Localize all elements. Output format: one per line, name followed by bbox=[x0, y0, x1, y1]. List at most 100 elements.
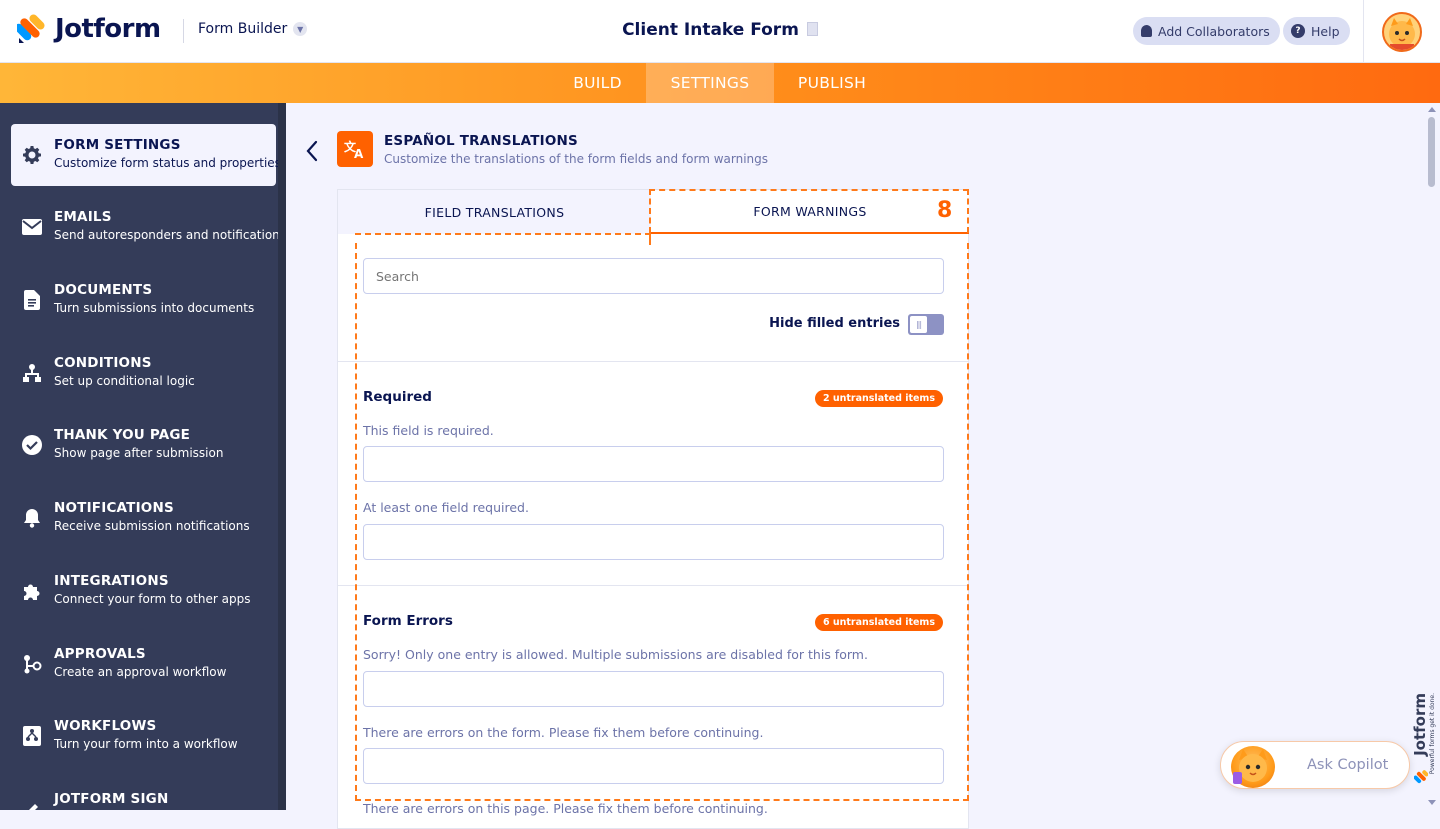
form-title[interactable]: Client Intake Form bbox=[622, 20, 799, 40]
gear-icon bbox=[21, 144, 43, 166]
section-title-form-errors: Form Errors bbox=[363, 613, 453, 629]
header-divider bbox=[183, 19, 184, 43]
sidebar-item-subtitle: Turn submissions into documents bbox=[54, 301, 255, 315]
svg-text:A: A bbox=[354, 147, 364, 160]
translate-icon: 文A bbox=[337, 131, 373, 167]
sidebar-item-title: NOTIFICATIONS bbox=[54, 500, 174, 516]
document-icon bbox=[21, 289, 43, 311]
avatar[interactable] bbox=[1382, 12, 1422, 52]
tab-build[interactable]: BUILD bbox=[555, 63, 640, 103]
sidebar-item-emails[interactable]: EMAILS Send autoresponders and notificat… bbox=[11, 196, 286, 258]
jotform-logo-icon bbox=[14, 14, 45, 44]
sidebar-item-documents[interactable]: DOCUMENTS Turn submissions into document… bbox=[11, 269, 276, 331]
conditions-icon bbox=[21, 362, 43, 384]
toggle-knob: ||| bbox=[910, 316, 927, 333]
workflow-icon bbox=[21, 725, 43, 747]
scroll-up-icon[interactable] bbox=[1428, 107, 1436, 112]
bell-icon bbox=[21, 507, 43, 529]
section-divider bbox=[338, 585, 968, 586]
sidebar-item-title: INTEGRATIONS bbox=[54, 573, 169, 589]
untranslated-badge: 2 untranslated items bbox=[814, 390, 943, 407]
sidebar-item-thank-you-page[interactable]: THANK YOU PAGE Show page after submissio… bbox=[11, 414, 276, 476]
sidebar-item-approvals[interactable]: APPROVALS Create an approval workflow bbox=[11, 633, 276, 695]
approval-icon bbox=[21, 653, 43, 675]
tab-field-translations[interactable]: FIELD TRANSLATIONS bbox=[338, 190, 651, 234]
envelope-icon bbox=[21, 216, 43, 238]
sidebar-item-integrations[interactable]: INTEGRATIONS Connect your form to other … bbox=[11, 560, 276, 622]
question-icon: ? bbox=[1291, 24, 1305, 38]
puzzle-icon bbox=[21, 580, 43, 602]
jotform-mark-icon bbox=[1413, 769, 1429, 784]
untranslated-badge: 6 untranslated items bbox=[814, 614, 943, 631]
field-label: At least one field required. bbox=[363, 500, 529, 515]
form-builder-dropdown[interactable]: Form Builder ▼ bbox=[198, 21, 308, 37]
sidebar-item-title: EMAILS bbox=[54, 209, 112, 225]
sidebar-item-subtitle: Set up conditional logic bbox=[54, 374, 195, 388]
add-collaborators-label: Add Collaborators bbox=[1158, 23, 1270, 39]
sidebar-item-subtitle: Show page after submission bbox=[54, 446, 224, 460]
search-input[interactable] bbox=[363, 258, 944, 294]
scroll-down-icon[interactable] bbox=[1428, 800, 1436, 805]
translation-input[interactable] bbox=[363, 671, 944, 707]
sidebar-item-conditions[interactable]: CONDITIONS Set up conditional logic bbox=[11, 342, 276, 404]
sidebar-item-title: THANK YOU PAGE bbox=[54, 427, 191, 443]
field-label: Sorry! Only one entry is allowed. Multip… bbox=[363, 647, 868, 662]
ask-copilot-button[interactable]: Ask Copilot bbox=[1220, 741, 1410, 789]
section-title-required: Required bbox=[363, 389, 432, 405]
section-divider bbox=[338, 361, 968, 362]
field-label: This field is required. bbox=[363, 423, 494, 438]
jotform-side-badge[interactable]: Jotform Powerful forms get it done. bbox=[1411, 693, 1436, 793]
side-brand-name: Jotform bbox=[1411, 693, 1429, 756]
translation-input[interactable] bbox=[363, 446, 944, 482]
sidebar-item-title: APPROVALS bbox=[54, 646, 146, 662]
translation-input[interactable] bbox=[363, 524, 944, 560]
sidebar-item-jotform-sign[interactable]: JOTFORM SIGN bbox=[11, 778, 276, 810]
sidebar-item-subtitle: Customize form status and properties bbox=[54, 156, 281, 170]
ask-copilot-label: Ask Copilot bbox=[1307, 757, 1389, 773]
sidebar-item-subtitle: Send autoresponders and notifications bbox=[54, 228, 286, 242]
sidebar-item-subtitle: Connect your form to other apps bbox=[54, 592, 251, 606]
check-circle-icon bbox=[21, 434, 43, 456]
sidebar-item-subtitle: Receive submission notifications bbox=[54, 519, 250, 533]
sidebar-item-notifications[interactable]: NOTIFICATIONS Receive submission notific… bbox=[11, 487, 276, 549]
form-document-icon bbox=[806, 22, 818, 36]
sidebar-item-form-settings[interactable]: FORM SETTINGS Customize form status and … bbox=[11, 124, 281, 186]
user-icon bbox=[1141, 25, 1152, 37]
chevron-down-icon: ▼ bbox=[293, 22, 308, 36]
back-button[interactable] bbox=[305, 139, 325, 165]
scroll-thumb[interactable] bbox=[1428, 117, 1435, 187]
sidebar-item-subtitle: Create an approval workflow bbox=[54, 665, 227, 679]
sidebar-item-title: CONDITIONS bbox=[54, 355, 152, 371]
sidebar-item-subtitle: Turn your form into a workflow bbox=[54, 737, 238, 751]
sidebar-item-title: FORM SETTINGS bbox=[54, 137, 181, 153]
add-collaborators-button[interactable]: Add Collaborators bbox=[1133, 17, 1280, 45]
logo-text: Jotform bbox=[55, 14, 161, 44]
help-label: Help bbox=[1311, 23, 1340, 39]
copilot-avatar-icon bbox=[1231, 746, 1275, 788]
translations-subtitle: Customize the translations of the form f… bbox=[384, 152, 769, 166]
hide-filled-toggle[interactable]: ||| bbox=[908, 314, 944, 335]
help-button[interactable]: ? Help bbox=[1283, 17, 1350, 45]
step-badge: 8 bbox=[937, 198, 953, 223]
header-divider-right bbox=[1363, 0, 1364, 63]
top-header: Jotform Form Builder ▼ Client Intake For… bbox=[0, 0, 1440, 63]
side-brand-tagline: Powerful forms get it done. bbox=[1429, 693, 1436, 775]
sign-icon bbox=[21, 796, 43, 810]
sidebar-item-title: WORKFLOWS bbox=[54, 718, 157, 734]
field-label: There are errors on this page. Please fi… bbox=[363, 801, 768, 816]
tab-publish[interactable]: PUBLISH bbox=[780, 63, 884, 103]
jotform-logo[interactable]: Jotform bbox=[14, 14, 161, 44]
field-label: There are errors on the form. Please fix… bbox=[363, 725, 764, 740]
translations-title: ESPAÑOL TRANSLATIONS bbox=[384, 133, 578, 149]
sidebar-item-title: JOTFORM SIGN bbox=[54, 791, 169, 807]
form-builder-label: Form Builder bbox=[198, 21, 288, 37]
tab-settings[interactable]: SETTINGS bbox=[646, 63, 774, 103]
sidebar-scrollbar[interactable] bbox=[278, 103, 286, 810]
hide-filled-label: Hide filled entries bbox=[769, 316, 900, 331]
tab-form-warnings[interactable]: FORM WARNINGS bbox=[651, 190, 969, 234]
sidebar-item-workflows[interactable]: WORKFLOWS Turn your form into a workflow bbox=[11, 705, 276, 767]
sidebar-item-title: DOCUMENTS bbox=[54, 282, 153, 298]
settings-sidebar: FORM SETTINGS Customize form status and … bbox=[0, 103, 286, 810]
translation-input[interactable] bbox=[363, 748, 944, 784]
main-nav: BUILD SETTINGS PUBLISH bbox=[0, 63, 1440, 103]
